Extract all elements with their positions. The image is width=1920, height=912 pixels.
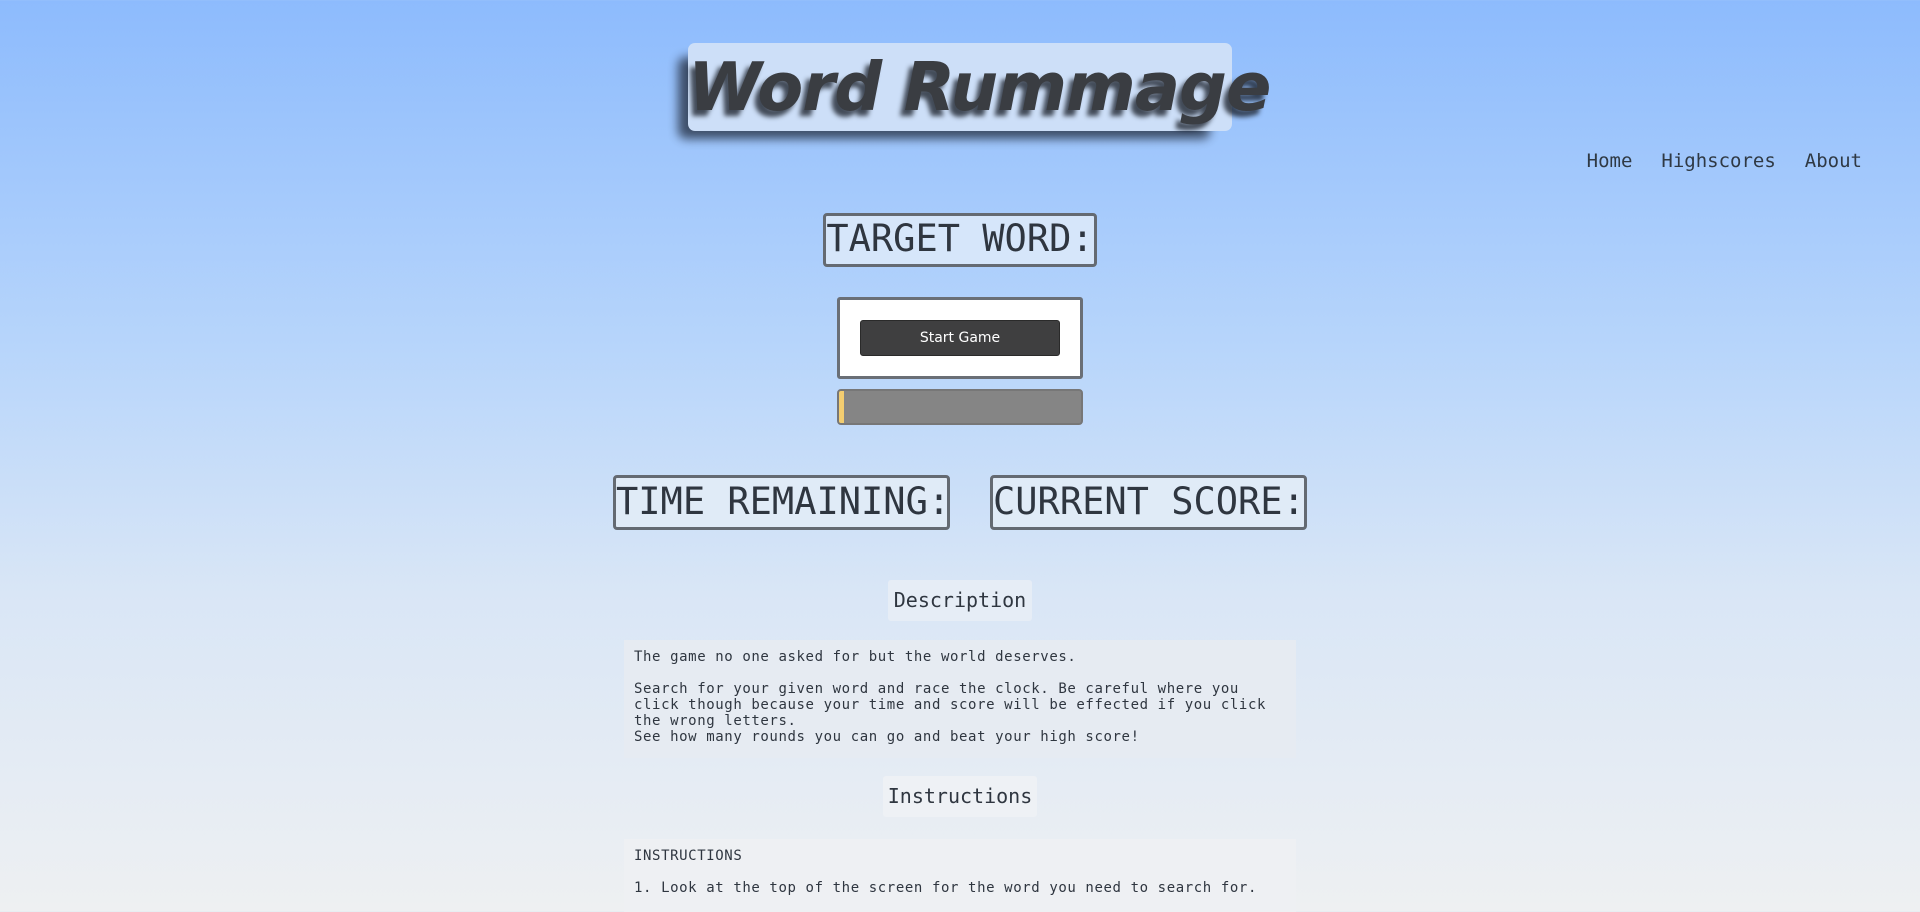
- timer-progress-fill: [839, 391, 844, 423]
- instructions-step-1: 1. Look at the top of the screen for the…: [634, 880, 1257, 896]
- site-logo: Word Rummage: [678, 43, 1271, 139]
- current-score-display: CURRENT SCORE:: [990, 475, 1307, 530]
- start-game-button[interactable]: Start Game: [860, 320, 1060, 356]
- instructions-title: INSTRUCTIONS: [634, 848, 743, 864]
- description-challenge: See how many rounds you can go and beat …: [634, 729, 1140, 745]
- description-tagline: The game no one asked for but the world …: [634, 649, 1077, 665]
- nav-link-about[interactable]: About: [1805, 150, 1862, 172]
- target-word-display: TARGET WORD:: [823, 213, 1097, 267]
- description-heading: Description: [888, 580, 1032, 621]
- timer-progress-bar: [837, 389, 1083, 425]
- time-remaining-display: TIME REMAINING:: [613, 475, 950, 530]
- description-panel: The game no one asked for but the world …: [624, 640, 1296, 758]
- instructions-panel: INSTRUCTIONS 1. Look at the top of the s…: [624, 839, 1296, 912]
- description-rules: Search for your given word and race the …: [634, 681, 1276, 729]
- nav-link-highscores[interactable]: Highscores: [1661, 150, 1775, 172]
- game-board: Start Game: [837, 297, 1083, 379]
- nav-link-home[interactable]: Home: [1587, 150, 1633, 172]
- main-nav: Home Highscores About: [1587, 150, 1862, 172]
- site-title: Word Rummage: [688, 48, 1271, 126]
- instructions-heading: Instructions: [883, 776, 1037, 817]
